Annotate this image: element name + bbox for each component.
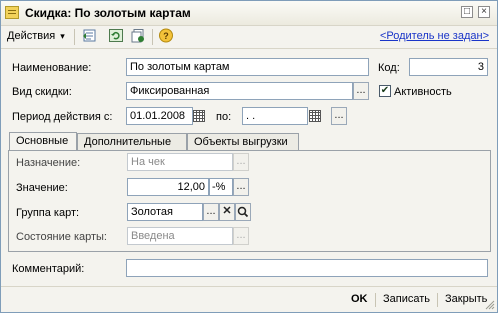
save-button[interactable]: Записать [383, 293, 430, 305]
chevron-down-icon: ▾ [60, 31, 65, 41]
period-from-field[interactable]: 01.01.2008 [126, 107, 193, 125]
value-unit-select-button[interactable]: ... [233, 178, 249, 196]
active-checkbox[interactable]: ✔ [379, 85, 391, 97]
button-separator [437, 293, 438, 307]
purpose-field: На чек [127, 153, 233, 171]
purpose-label: Назначение: [16, 157, 81, 169]
resize-grip-icon[interactable] [485, 300, 495, 310]
card-group-label: Группа карт: [16, 207, 80, 219]
toolbar: Действия ▾ ? <Родитель не задан> [1, 26, 497, 49]
period-to-field[interactable]: . . [242, 107, 308, 125]
discount-type-field[interactable]: Фиксированная [126, 82, 353, 100]
toolbar-separator [74, 29, 75, 45]
toolbar-separator [152, 29, 153, 45]
code-label: Код: [378, 62, 400, 74]
period-select-button[interactable]: ... [331, 107, 347, 125]
name-label: Наименование: [12, 62, 92, 74]
tab-additional[interactable]: Дополнительные [77, 133, 187, 150]
card-group-select-button[interactable]: ... [203, 203, 219, 221]
purpose-select-button: ... [233, 153, 249, 171]
type-label: Вид скидки: [12, 86, 72, 98]
actions-menu-button[interactable]: Действия ▾ [7, 30, 65, 42]
actions-label: Действия [7, 30, 56, 42]
value-label: Значение: [16, 182, 68, 194]
active-label: Активность [394, 86, 452, 98]
bottom-bar: OK Записать Закрыть [1, 286, 497, 313]
comment-field[interactable] [126, 259, 488, 277]
close-button[interactable]: Закрыть [445, 293, 487, 305]
select-from-list-icon[interactable] [81, 28, 99, 45]
period-from-label: Период действия с: [12, 111, 113, 123]
value-unit-field[interactable]: -% [209, 178, 233, 196]
button-separator [375, 293, 376, 307]
calendar-icon[interactable] [191, 107, 207, 125]
value-field[interactable]: 12,00 [127, 178, 209, 196]
card-state-field: Введена [127, 227, 233, 245]
window-title: Скидка: По золотым картам [25, 6, 191, 20]
discount-form-window: Скидка: По золотым картам □ × Действия ▾… [0, 0, 498, 313]
title-bar: Скидка: По золотым картам □ × [1, 1, 497, 26]
catalog-icon [5, 6, 19, 19]
card-state-label: Состояние карты: [16, 231, 107, 243]
discount-type-select-button[interactable]: ... [353, 82, 369, 100]
period-to-label: по: [216, 111, 232, 123]
restore-button[interactable]: □ [461, 6, 473, 18]
tab-main[interactable]: Основные [9, 132, 77, 151]
ok-button[interactable]: OK [351, 293, 368, 305]
card-state-select-button: ... [233, 227, 249, 245]
tab-export-objects[interactable]: Объекты выгрузки [187, 133, 299, 150]
help-icon[interactable]: ? [157, 28, 175, 45]
svg-text:?: ? [163, 31, 169, 41]
comment-label: Комментарий: [12, 263, 85, 275]
name-field[interactable]: По золотым картам [126, 58, 369, 76]
clear-icon[interactable]: ✕ [219, 203, 235, 221]
refresh-icon[interactable] [107, 28, 125, 45]
close-window-button[interactable]: × [478, 6, 490, 18]
tab-panel-main: Назначение: На чек ... Значение: 12,00 -… [8, 150, 491, 252]
card-group-field[interactable]: Золотая [127, 203, 203, 221]
calendar-icon[interactable] [307, 107, 323, 125]
parent-link[interactable]: <Родитель не задан> [380, 30, 489, 42]
open-icon[interactable] [235, 203, 251, 221]
code-field[interactable]: 3 [409, 58, 488, 76]
copy-icon[interactable] [129, 28, 147, 45]
